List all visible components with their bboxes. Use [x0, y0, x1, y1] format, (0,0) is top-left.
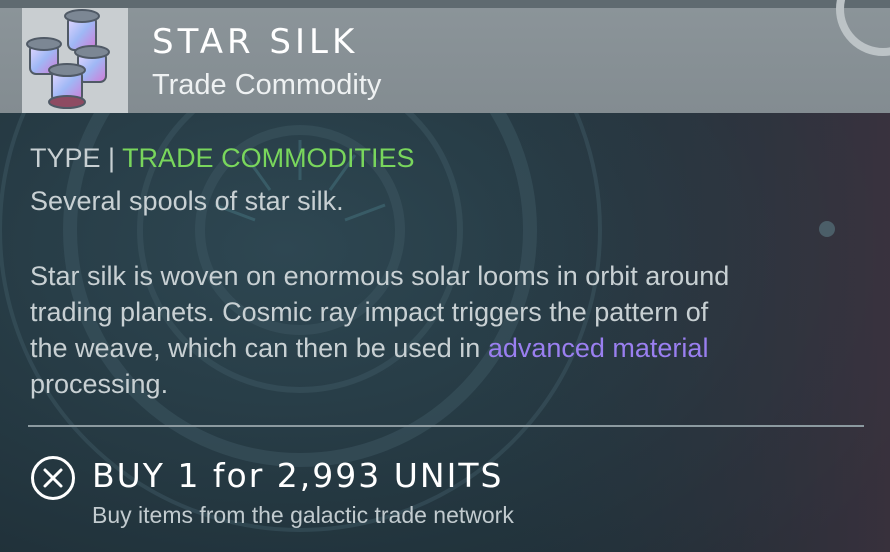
description-line: Star silk is woven on enormous solar loo…	[30, 261, 730, 291]
description-line: processing.	[30, 369, 169, 399]
item-header	[0, 0, 890, 113]
long-description: Star silk is woven on enormous solar loo…	[30, 258, 729, 402]
section-divider	[28, 425, 864, 427]
corner-ring-decoration	[836, 0, 890, 56]
item-title: STAR SILK	[152, 22, 359, 62]
item-type-row: TYPE | TRADE COMMODITIES	[30, 143, 415, 174]
description-line: trading planets. Cosmic ray impact trigg…	[30, 297, 709, 327]
short-description: Several spools of star silk.	[30, 186, 344, 216]
item-icon-frame	[22, 8, 128, 113]
buy-button-label[interactable]: BUY 1 for 2,993 UNITS	[92, 456, 503, 495]
description-text: the weave, which can then be used in	[30, 333, 488, 363]
silk-spools-icon	[26, 9, 110, 109]
close-circle-icon[interactable]	[31, 456, 75, 500]
type-value: TRADE COMMODITIES	[122, 143, 415, 173]
description-line: the weave, which can then be used in adv…	[30, 330, 729, 366]
item-category: Trade Commodity	[152, 69, 382, 101]
advanced-material-link: advanced material	[487, 333, 709, 363]
buy-hint: Buy items from the galactic trade networ…	[92, 502, 514, 528]
type-label: TYPE |	[30, 143, 116, 173]
